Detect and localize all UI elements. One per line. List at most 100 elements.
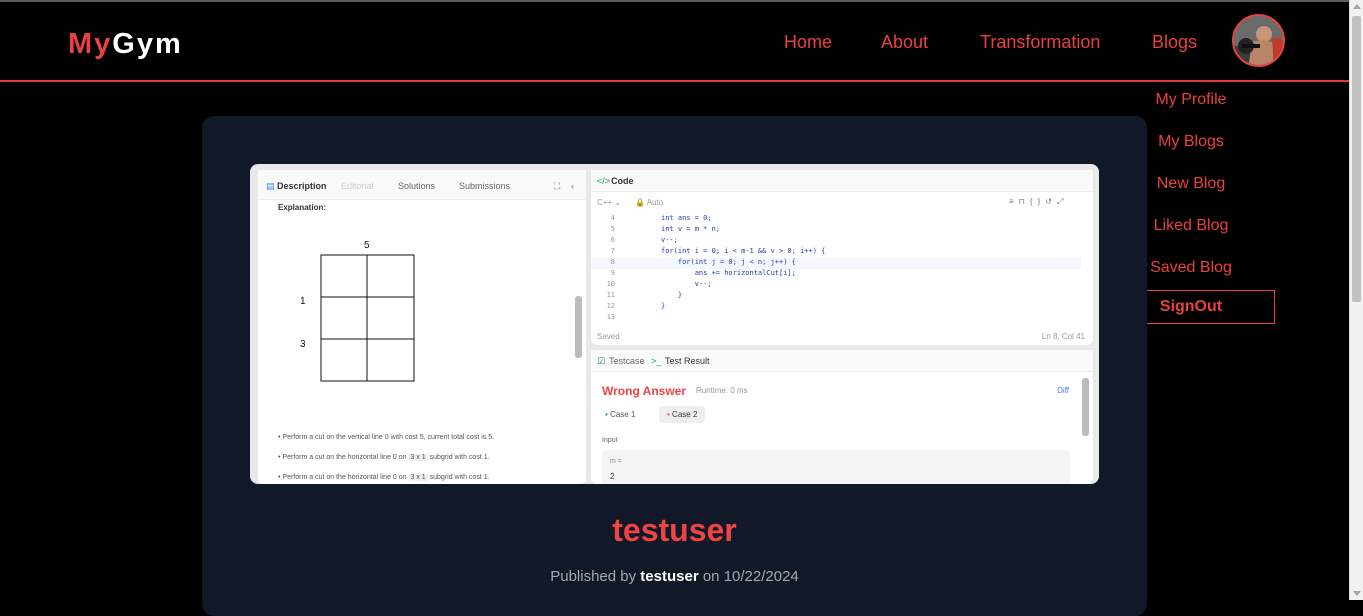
navbar: MyGym Home About Transformation Blogs — [0, 2, 1349, 82]
bullet-3-text: Perform a cut on the horizontal line 0 o… — [282, 474, 407, 481]
bullet-2-text: Perform a cut on the horizontal line 0 o… — [282, 454, 407, 461]
description-tab-icon: ▤ — [266, 181, 275, 191]
code-line[interactable]: 6 v--; — [591, 236, 1081, 247]
avatar[interactable] — [1232, 14, 1285, 67]
saved-status: Saved — [597, 332, 620, 341]
tab-code[interactable]: Code — [611, 176, 634, 186]
bullet-2-suffix: subgrid with cost 1. — [429, 454, 490, 461]
blog-card: ▤ Description Editorial Solutions Submis… — [202, 116, 1147, 616]
input-label: Input — [602, 437, 618, 444]
code-text: } — [661, 302, 666, 310]
post-author[interactable]: testuser — [640, 568, 698, 585]
wrong-answer-status: Wrong Answer — [602, 384, 687, 398]
dropdown-my-profile[interactable]: My Profile — [1103, 91, 1279, 109]
line-number: 6 — [610, 236, 615, 244]
logo[interactable]: MyGym — [68, 28, 183, 61]
code-pane: </> Code C++ ⌄ 🔒 Auto ≡⊓{}↺⤢ 4 int ans = … — [591, 170, 1093, 345]
result-pane: ☑ Testcase >_ Test Result Wrong Answer R… — [591, 350, 1093, 484]
bullet-3-suffix: subgrid with cost 1. — [429, 474, 490, 481]
explanation-label: Explanation: — [278, 203, 327, 212]
code-text: v--; — [661, 280, 712, 288]
bullet-2: • Perform a cut on the horizontal line 0… — [278, 454, 490, 461]
description-scrollbar[interactable] — [575, 296, 582, 358]
bullet-1: • Perform a cut on the vertical line 0 w… — [278, 434, 495, 441]
bullet-3-chip: 3 x 1 — [408, 474, 428, 481]
chevron-left-icon[interactable]: ‹ — [571, 181, 574, 191]
runtime-label: Runtime: 0 ms — [696, 386, 748, 395]
bullet-3: • Perform a cut on the horizontal line 0… — [278, 474, 490, 481]
checkbox-icon: ☑ — [597, 356, 606, 366]
grid-left-label-1: 1 — [300, 296, 306, 307]
code-line[interactable]: 8 for(int j = 0; j < n; j++) { — [591, 258, 1081, 269]
diff-button[interactable]: Diff — [1057, 386, 1069, 395]
grid-diagram — [320, 254, 415, 382]
input-val-m: 2 — [610, 472, 615, 481]
code-tabbar: </> Code — [591, 170, 1093, 192]
code-line[interactable]: 10 v--; — [591, 280, 1081, 291]
bullet-2-chip: 3 x 1 — [408, 454, 428, 461]
case-2-tab[interactable]: • Case 2 — [659, 406, 706, 423]
avatar-image — [1234, 16, 1283, 65]
language-value: C++ — [597, 198, 613, 207]
logo-my: My — [68, 28, 113, 60]
post-meta: Published by testuser on 10/22/2024 — [202, 568, 1147, 585]
nav-home[interactable]: Home — [784, 32, 832, 53]
terminal-icon: >_ — [651, 356, 662, 366]
code-text: } — [661, 291, 683, 299]
line-number: 10 — [606, 280, 615, 288]
language-select[interactable]: C++ ⌄ — [597, 198, 621, 207]
code-line[interactable]: 7 for(int i = 0; i < m-1 && v > 0; i++) { — [591, 247, 1081, 258]
nav-about[interactable]: About — [881, 32, 928, 53]
code-line[interactable]: 4 int ans = 0; — [591, 214, 1081, 225]
code-line[interactable]: 5 int v = m * n; — [591, 225, 1081, 236]
line-number: 5 — [610, 225, 615, 233]
editor-toolbar-icons[interactable]: ≡⊓{}↺⤢ — [1009, 197, 1068, 207]
tab-editorial[interactable]: Editorial — [341, 181, 374, 191]
code-line[interactable]: 11 } — [591, 291, 1081, 302]
code-text: v--; — [661, 236, 678, 244]
code-editor[interactable]: 4 int ans = 0; 5 int v = m * n; 6 v--; 7 for(in… — [591, 214, 1093, 322]
input-box: m = 2 — [602, 450, 1070, 484]
bullet-1-text: Perform a cut on the vertical line 0 wit… — [282, 434, 495, 441]
case-1-label: Case 1 — [610, 410, 636, 419]
cursor-position: Ln 8, Col 41 — [1041, 332, 1085, 341]
expand-icon[interactable]: ⛶ — [554, 181, 560, 192]
description-tabbar: ▤ Description Editorial Solutions Submis… — [258, 170, 586, 200]
result-scrollbar[interactable] — [1082, 378, 1089, 436]
grid-left-label-2: 3 — [300, 339, 306, 350]
logo-gym: Gym — [112, 28, 183, 60]
line-number: 7 — [610, 247, 615, 255]
blog-image: ▤ Description Editorial Solutions Submis… — [250, 164, 1099, 484]
tab-test-result[interactable]: Test Result — [665, 356, 710, 366]
tab-description[interactable]: Description — [277, 181, 327, 191]
scroll-down-icon[interactable] — [1353, 591, 1361, 596]
result-tabbar: ☑ Testcase >_ Test Result — [591, 350, 1093, 372]
tab-submissions[interactable]: Submissions — [459, 181, 510, 191]
nav-blogs[interactable]: Blogs — [1152, 32, 1197, 53]
code-text: for(int i = 0; i < m-1 && v > 0; i++) { — [661, 247, 826, 255]
code-line[interactable]: 9 ans += horizontalCut[i]; — [591, 269, 1081, 280]
code-text: ans += horizontalCut[i]; — [661, 269, 796, 277]
line-number: 13 — [606, 313, 615, 321]
case-1-tab[interactable]: • Case 1 — [605, 410, 635, 419]
date-prefix: on — [702, 568, 720, 585]
code-line[interactable]: 13 — [591, 313, 1081, 324]
case-2-label: Case 2 — [672, 410, 698, 419]
nav-transformation[interactable]: Transformation — [980, 32, 1100, 53]
scroll-up-icon[interactable] — [1353, 4, 1361, 9]
code-text: int ans = 0; — [661, 214, 712, 222]
line-number: 4 — [610, 214, 615, 222]
line-number: 8 — [610, 258, 615, 266]
scrollbar-thumb[interactable] — [1352, 16, 1361, 302]
published-by-label: Published by — [550, 568, 637, 585]
input-var-m: m = — [610, 458, 622, 465]
description-pane: ▤ Description Editorial Solutions Submis… — [258, 170, 586, 484]
auto-toggle[interactable]: 🔒 Auto — [635, 198, 663, 207]
tab-solutions[interactable]: Solutions — [398, 181, 435, 191]
line-number: 12 — [606, 302, 615, 310]
tab-testcase[interactable]: Testcase — [609, 356, 645, 366]
code-line[interactable]: 12} — [591, 302, 1081, 313]
code-text: int v = m * n; — [661, 225, 721, 233]
page-scrollbar[interactable] — [1349, 0, 1363, 600]
post-title: testuser — [612, 512, 737, 548]
